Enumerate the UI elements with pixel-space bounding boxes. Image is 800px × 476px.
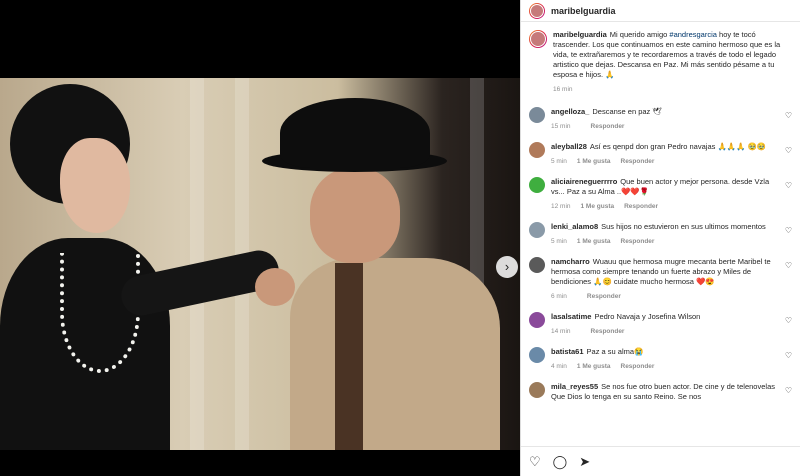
comment-username[interactable]: aleyball28 (551, 142, 587, 151)
comment-meta: 12 min 1 Me gusta Responder (551, 203, 778, 210)
man-face (310, 168, 400, 263)
man-hand (255, 268, 295, 306)
comment-icon[interactable]: ◯ (553, 455, 568, 468)
avatar[interactable] (529, 30, 547, 48)
comment-item: lenki_alamo8 Sus hijos no estuvieron en s… (529, 222, 792, 245)
comment-time: 5 min (551, 158, 567, 165)
comment-username[interactable]: aliciaireneguerrrro (551, 177, 617, 186)
comment-meta: 6 min Responder (551, 293, 778, 300)
man-tie (335, 263, 363, 450)
comment-meta: 14 min Responder (551, 328, 700, 335)
comment-item: batista61 Paz a su alma😭 4 min 1 Me gusta Re… (529, 347, 792, 370)
comment-time: 5 min (551, 238, 567, 245)
woman-face (60, 138, 130, 233)
comment-username[interactable]: lenki_alamo8 (551, 222, 598, 231)
comment-time: 4 min (551, 363, 567, 370)
caption-meta: 16 min (553, 86, 792, 93)
comment-text: aleyball28 Así es qenpd don gran Pedro na… (551, 142, 767, 151)
hashtag-link[interactable]: #andresgarcia (669, 30, 717, 39)
reply-button[interactable]: Responder (624, 203, 658, 210)
avatar[interactable] (529, 177, 545, 193)
caption-username[interactable]: maribelguardia (553, 30, 607, 39)
reply-button[interactable]: Responder (587, 293, 621, 300)
comment-time: 14 min (551, 328, 571, 335)
heart-icon[interactable]: ♡ (785, 316, 792, 325)
comment-meta: 4 min 1 Me gusta Responder (551, 363, 654, 370)
header-username[interactable]: maribelguardia (551, 6, 616, 16)
comment-text: aliciaireneguerrrro Que buen actor y mejo… (551, 177, 770, 196)
reply-button[interactable]: Responder (621, 363, 655, 370)
chevron-right-icon[interactable]: › (496, 256, 518, 278)
comment-username[interactable]: namcharro (551, 257, 590, 266)
avatar[interactable] (529, 257, 545, 273)
avatar[interactable] (529, 382, 545, 398)
comment-item: mila_reyes55 Se nos fue otro buen actor. … (529, 382, 792, 408)
heart-icon[interactable]: ♡ (785, 386, 792, 395)
avatar[interactable] (529, 347, 545, 363)
comment-text: mila_reyes55 Se nos fue otro buen actor. … (551, 382, 775, 401)
comment-text: lenki_alamo8 Sus hijos no estuvieron en s… (551, 222, 766, 231)
heart-icon[interactable]: ♡ (785, 226, 792, 235)
comments-panel: maribelguardia maribelguardia Mi querido … (520, 0, 800, 476)
post-caption: maribelguardia Mi querido amigo #andresga… (529, 30, 792, 93)
comment-likes[interactable]: 1 Me gusta (577, 238, 611, 245)
comments-list[interactable]: maribelguardia Mi querido amigo #andresga… (521, 22, 800, 446)
comment-meta: 15 min Responder (551, 123, 662, 130)
comment-meta: 5 min 1 Me gusta Responder (551, 238, 766, 245)
comment-item: aleyball28 Así es qenpd don gran Pedro na… (529, 142, 792, 165)
heart-icon[interactable]: ♡ (785, 111, 792, 120)
comment-text: namcharro Wuauu que hermosa mugre mecanta… (551, 257, 771, 286)
post-media: › (0, 0, 520, 476)
comment-item: namcharro Wuauu que hermosa mugre mecanta… (529, 257, 792, 300)
reply-button[interactable]: Responder (621, 238, 655, 245)
avatar[interactable] (529, 222, 545, 238)
post-viewer: › maribelguardia maribelguardia Mi querid… (0, 0, 800, 476)
comment-time: 6 min (551, 293, 567, 300)
comment-text: angelloza_ Descanse en paz 🕊 (551, 107, 662, 116)
comment-item: lasalsatime Pedro Navaja y Josefina Wilso… (529, 312, 792, 335)
heart-icon[interactable]: ♡ (785, 146, 792, 155)
avatar[interactable] (529, 2, 545, 19)
caption-text: maribelguardia Mi querido amigo #andresga… (553, 30, 781, 79)
heart-icon[interactable]: ♡ (785, 181, 792, 190)
comment-meta: 5 min 1 Me gusta Responder (551, 158, 766, 165)
comment-likes[interactable]: 1 Me gusta (577, 158, 611, 165)
heart-icon[interactable]: ♡ (785, 261, 792, 270)
comment-likes[interactable]: 1 Me gusta (581, 203, 615, 210)
reply-button[interactable]: Responder (591, 123, 625, 130)
caption-time: 16 min (553, 86, 573, 93)
heart-icon[interactable]: ♡ (785, 351, 792, 360)
comment-text: batista61 Paz a su alma😭 (551, 347, 644, 356)
reply-button[interactable]: Responder (591, 328, 625, 335)
avatar[interactable] (529, 142, 545, 158)
avatar[interactable] (529, 312, 545, 328)
comment-username[interactable]: mila_reyes55 (551, 382, 598, 391)
comment-likes[interactable]: 1 Me gusta (577, 363, 611, 370)
pearl-necklace (60, 253, 140, 373)
comment-text: lasalsatime Pedro Navaja y Josefina Wilso… (551, 312, 701, 321)
comment-username[interactable]: batista61 (551, 347, 584, 356)
heart-icon[interactable]: ♡ (529, 455, 541, 468)
comment-item: angelloza_ Descanse en paz 🕊 15 min Respond… (529, 107, 792, 130)
action-bar: ♡ ◯ ➤ (521, 446, 800, 476)
avatar[interactable] (529, 107, 545, 123)
comment-item: aliciaireneguerrrro Que buen actor y mejo… (529, 177, 792, 210)
share-icon[interactable]: ➤ (579, 455, 590, 468)
comment-username[interactable]: angelloza_ (551, 107, 589, 116)
man-suit (290, 258, 500, 450)
cowboy-hat (280, 98, 430, 168)
comment-time: 12 min (551, 203, 571, 210)
post-photo (0, 78, 520, 450)
post-header: maribelguardia (521, 0, 800, 22)
comment-username[interactable]: lasalsatime (551, 312, 591, 321)
reply-button[interactable]: Responder (621, 158, 655, 165)
comment-time: 15 min (551, 123, 571, 130)
